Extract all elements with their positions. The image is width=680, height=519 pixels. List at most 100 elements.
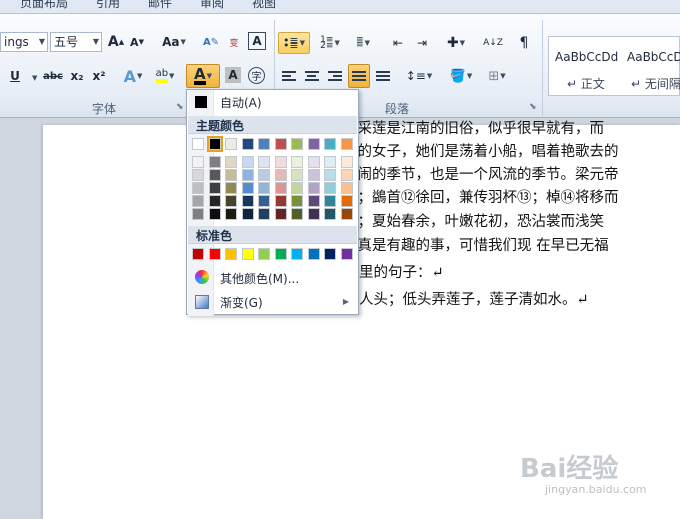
theme-color-swatch[interactable] [291,138,303,150]
theme-shade-swatch[interactable] [225,208,237,220]
theme-shade-swatch[interactable] [324,182,336,194]
theme-shade-swatch[interactable] [324,156,336,168]
theme-shade-swatch[interactable] [291,208,303,220]
theme-shade-swatch[interactable] [324,195,336,207]
theme-shade-swatch[interactable] [225,156,237,168]
theme-shade-swatch[interactable] [291,169,303,181]
multilevel-list-button[interactable]: ≡ ≡ ▼ [350,32,376,54]
theme-color-swatch[interactable] [241,138,254,150]
increase-indent-button[interactable]: ⇥ [412,32,432,54]
theme-shade-swatch[interactable] [241,208,254,220]
theme-shade-swatch[interactable] [192,195,204,207]
theme-shade-swatch[interactable] [274,208,287,220]
numbering-button[interactable]: 1≡ 2≡ ▼ [315,32,345,54]
shading-button[interactable]: 🪣 ▼ [446,66,476,86]
text-effects-button[interactable]: A ▼ [122,66,144,86]
theme-color-swatch[interactable] [324,138,336,150]
theme-shade-swatch[interactable] [307,156,320,168]
theme-shade-swatch[interactable] [340,195,353,207]
auto-color-item[interactable]: 自动(A) [188,91,357,113]
theme-shade-swatch[interactable] [225,169,237,181]
grow-font-button[interactable]: A ▲ [107,32,125,52]
theme-shade-swatch[interactable] [258,169,270,181]
theme-color-swatch[interactable] [225,138,237,150]
theme-shade-swatch[interactable] [307,182,320,194]
justify-button[interactable] [348,64,370,88]
theme-shade-swatch[interactable] [241,182,254,194]
show-marks-button[interactable]: ¶ [514,32,534,54]
theme-shade-swatch[interactable] [241,169,254,181]
theme-shade-swatch[interactable] [225,182,237,194]
align-center-button[interactable] [303,66,321,86]
theme-shade-swatch[interactable] [241,156,254,168]
strikethrough-button[interactable]: abc [42,66,64,86]
phonetic-guide-button[interactable]: 变 [224,32,244,52]
theme-shade-swatch[interactable] [324,208,336,220]
theme-color-swatch[interactable] [274,138,287,150]
theme-color-swatch[interactable] [206,136,223,152]
theme-shade-swatch[interactable] [324,169,336,181]
theme-shade-swatch[interactable] [208,169,221,181]
font-color-button[interactable]: A ▼ [186,64,220,88]
theme-shade-swatch[interactable] [192,156,204,168]
tab-page-layout[interactable]: 页面布局 [20,0,68,11]
theme-shade-swatch[interactable] [274,156,287,168]
standard-color-swatch[interactable] [241,248,254,260]
bullets-button[interactable]: •≡ •≡ ▼ [278,32,310,54]
shrink-font-button[interactable]: A ▼ [128,32,146,52]
theme-shade-swatch[interactable] [192,182,204,194]
gradient-item[interactable]: 渐变(G) ▶ [188,291,357,313]
paragraph-dialog-launcher-icon[interactable]: ⬊ [529,102,537,112]
char-shading-button[interactable]: A [225,67,241,83]
theme-shade-swatch[interactable] [225,195,237,207]
theme-color-swatch[interactable] [340,138,353,150]
theme-shade-swatch[interactable] [291,195,303,207]
standard-color-swatch[interactable] [307,248,320,260]
more-colors-item[interactable]: 其他颜色(M)... [188,267,357,289]
theme-shade-swatch[interactable] [307,208,320,220]
theme-shade-swatch[interactable] [340,182,353,194]
subscript-button[interactable]: x₂ [68,66,86,86]
sort-button[interactable]: A↓Z [482,32,504,54]
align-left-button[interactable] [280,66,298,86]
underline-button[interactable]: U [8,66,22,86]
theme-color-swatch[interactable] [258,138,270,150]
theme-shade-swatch[interactable] [258,182,270,194]
align-right-button[interactable] [326,66,344,86]
borders-button[interactable]: ⊞ ▼ [482,66,512,86]
font-size-combo[interactable]: 五号 ▼ [50,32,102,52]
superscript-button[interactable]: x² [90,66,108,86]
theme-color-swatch[interactable] [307,138,320,150]
chevron-down-icon[interactable]: ▼ [32,74,37,82]
theme-shade-swatch[interactable] [258,156,270,168]
theme-shade-swatch[interactable] [340,156,353,168]
tab-mailings[interactable]: 邮件 [148,0,172,11]
theme-shade-swatch[interactable] [241,195,254,207]
highlight-button[interactable]: ab ▼ [152,66,178,86]
style-no-spacing[interactable]: AaBbCcDd ↵ 无间隔 [621,37,680,95]
change-case-button[interactable]: Aa ▼ [160,32,188,52]
chevron-down-icon[interactable]: ▼ [207,72,212,80]
clear-format-button[interactable]: A✎ [201,32,221,52]
theme-shade-swatch[interactable] [340,169,353,181]
standard-color-swatch[interactable] [274,248,287,260]
font-name-combo[interactable]: ings ▼ [0,32,48,52]
text-direction-button[interactable]: ✚ ▼ [441,32,471,54]
standard-color-swatch[interactable] [258,248,270,260]
decrease-indent-button[interactable]: ⇤ [388,32,408,54]
theme-shade-swatch[interactable] [258,195,270,207]
tab-review[interactable]: 审阅 [200,0,224,11]
theme-shade-swatch[interactable] [307,169,320,181]
enclose-char-button[interactable]: 字 [248,67,265,84]
theme-shade-swatch[interactable] [258,208,270,220]
standard-color-swatch[interactable] [291,248,303,260]
theme-shade-swatch[interactable] [291,182,303,194]
standard-color-swatch[interactable] [208,248,221,260]
chevron-down-icon[interactable]: ▼ [39,33,45,51]
theme-shade-swatch[interactable] [208,208,221,220]
theme-shade-swatch[interactable] [208,182,221,194]
standard-color-swatch[interactable] [324,248,336,260]
style-normal[interactable]: AaBbCcDd ↵ 正文 [549,37,621,95]
standard-color-swatch[interactable] [192,248,204,260]
theme-shade-swatch[interactable] [307,195,320,207]
